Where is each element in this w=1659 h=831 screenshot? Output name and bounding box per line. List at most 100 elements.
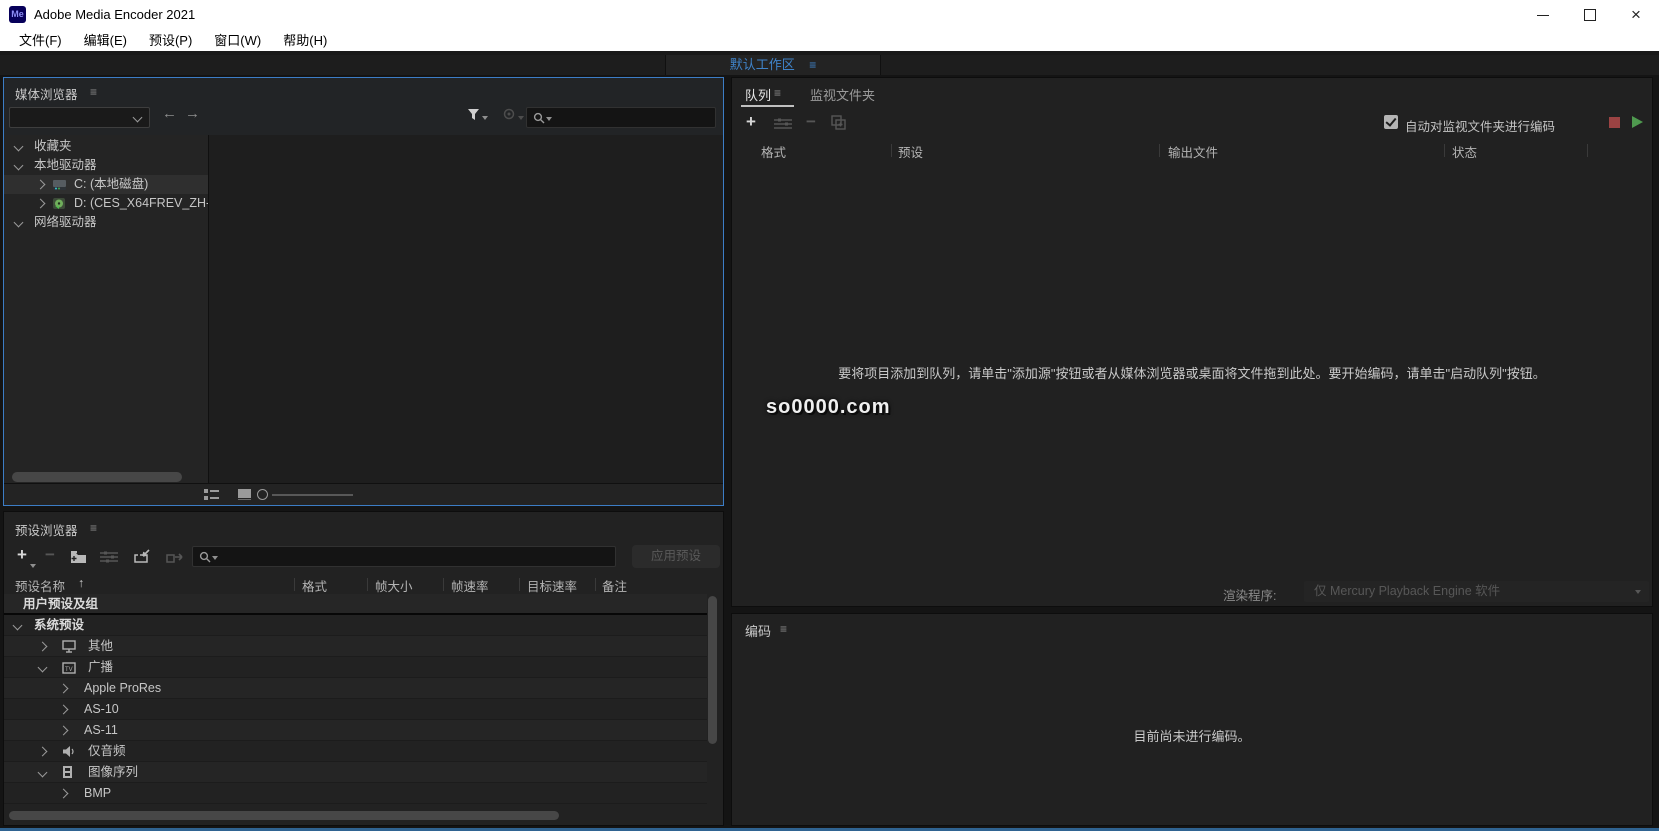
stop-queue-button[interactable] [1609,117,1620,128]
chevron-down-icon[interactable] [14,142,24,152]
chevron-down-icon[interactable] [38,768,48,778]
close-button[interactable]: × [1613,0,1659,30]
chevron-down-icon[interactable] [14,161,24,171]
column-preset[interactable]: 预设 [898,142,923,161]
zoom-slider-knob[interactable] [257,489,268,500]
maximize-button[interactable] [1567,0,1613,30]
delete-preset-button[interactable]: − [45,545,55,565]
auto-encode-checkbox[interactable] [1384,115,1398,129]
preset-row-broadcast[interactable]: TV 广播 [4,657,707,678]
menu-file[interactable]: 文件(F) [8,30,73,51]
preset-row-label: 仅音频 [88,741,126,762]
back-button[interactable]: ← [162,105,177,122]
import-preset-button[interactable] [134,549,153,564]
tree-item-drive-c[interactable]: C: (本地磁盘) [4,175,208,194]
media-browser-panel-menu-icon[interactable]: ≡ [90,85,97,99]
column-status[interactable]: 状态 [1452,142,1477,161]
column-frame-rate[interactable]: 帧速率 [451,576,489,595]
tree-item-label: D: (CES_X64FREV_ZH-CN_ [74,194,208,213]
preset-row-as10[interactable]: AS-10 [4,699,707,720]
minimize-icon [1537,15,1549,16]
horizontal-scrollbar[interactable] [9,811,559,820]
remove-source-button[interactable]: − [806,112,816,132]
apply-preset-button[interactable]: 应用预设 [632,545,720,568]
queue-panel: 队列 ≡ 监视文件夹 + − 自动对监视文件夹进行编码 格式 预设 输出文件 状… [731,77,1653,607]
preset-row-bmp[interactable]: BMP [4,783,707,804]
preset-search-input[interactable] [221,547,615,568]
media-search-box[interactable] [526,107,716,128]
tab-queue[interactable]: 队列 [745,85,771,104]
auto-encode-label: 自动对监视文件夹进行编码 [1405,116,1555,135]
tree-item-local-drives[interactable]: 本地驱动器 [4,156,208,175]
duplicate-icon[interactable] [831,115,846,130]
menu-help[interactable]: 帮助(H) [272,30,338,51]
preset-browser-panel-menu-icon[interactable]: ≡ [90,521,97,535]
chevron-right-icon[interactable] [59,705,69,715]
location-dropdown[interactable] [9,107,150,128]
preset-row-audio-only[interactable]: 仅音频 [4,741,707,762]
preset-row-user-presets[interactable]: 用户预设及组 [4,594,707,615]
thumbnail-view-button[interactable] [238,489,251,500]
tree-item-network-drives[interactable]: 网络驱动器 [4,213,208,232]
media-search-input[interactable] [555,108,715,129]
preset-row-label: 图像序列 [88,762,138,783]
preset-row-label: 用户预设及组 [23,594,98,615]
preset-row-others[interactable]: 其他 [4,636,707,657]
watermark: so0000.com [766,396,891,419]
preset-row-system-presets[interactable]: 系统预设 [4,615,707,636]
preset-row-as11[interactable]: AS-11 [4,720,707,741]
chevron-right-icon[interactable] [36,199,46,209]
chevron-right-icon[interactable] [36,180,46,190]
tree-item-favorites[interactable]: 收藏夹 [4,137,208,156]
filter-icon[interactable] [467,108,481,121]
preset-search-box[interactable] [192,546,616,567]
chevron-down-icon[interactable] [13,621,23,631]
column-comment[interactable]: 备注 [602,576,627,595]
chevron-right-icon[interactable] [59,684,69,694]
chevron-right-icon[interactable] [38,747,48,757]
menu-edit[interactable]: 编辑(E) [73,30,138,51]
preset-row-label: AS-10 [84,699,119,720]
menu-bar: 文件(F) 编辑(E) 预设(P) 窗口(W) 帮助(H) [0,30,1659,51]
column-preset-name[interactable]: 预设名称 [15,576,65,595]
workspace-tab-default[interactable]: 默认工作区 ≡ [665,55,881,75]
column-frame-size[interactable]: 帧大小 [375,576,413,595]
start-queue-button[interactable] [1632,116,1643,128]
chevron-right-icon[interactable] [38,642,48,652]
preset-row-label: Apple ProRes [84,678,161,699]
export-preset-icon[interactable] [166,549,185,564]
tree-item-label: 本地驱动器 [34,156,97,175]
chevron-right-icon[interactable] [59,726,69,736]
list-view-button[interactable] [204,489,219,500]
chevron-right-icon[interactable] [59,789,69,799]
menu-preset[interactable]: 预设(P) [138,30,203,51]
create-preset-button[interactable]: + [17,545,27,565]
column-output-file[interactable]: 输出文件 [1168,142,1218,161]
sort-ascending-icon[interactable]: ↑ [78,576,84,590]
directory-viewers-caret-icon [518,116,524,120]
zoom-slider-track[interactable] [272,494,353,496]
column-target-rate[interactable]: 目标速率 [527,576,577,595]
preset-settings-icon[interactable] [100,551,118,563]
encoding-panel-menu-icon[interactable]: ≡ [780,622,787,636]
preset-row-apple-prores[interactable]: Apple ProRes [4,678,707,699]
column-format[interactable]: 格式 [761,142,786,161]
chevron-down-icon[interactable] [14,218,24,228]
renderer-dropdown[interactable]: 仅 Mercury Playback Engine 软件 [1304,581,1649,602]
add-source-button[interactable]: + [746,112,756,132]
preset-row-image-sequence[interactable]: 图像序列 [4,762,707,783]
new-preset-group-button[interactable] [70,550,88,564]
column-format[interactable]: 格式 [302,576,327,595]
horizontal-scrollbar[interactable] [12,472,182,482]
directory-viewers-icon[interactable] [503,108,517,121]
forward-button[interactable]: → [185,105,200,122]
menu-window[interactable]: 窗口(W) [203,30,272,51]
queue-panel-menu-icon[interactable]: ≡ [774,86,781,100]
workspace-menu-icon[interactable]: ≡ [809,58,816,72]
media-browser-tree: 收藏夹 本地驱动器 C: (本地磁盘) D: (CES_X64FREV_ZH-C… [4,135,209,486]
chevron-down-icon[interactable] [38,663,48,673]
minimize-button[interactable] [1521,0,1567,30]
tree-item-drive-d[interactable]: D: (CES_X64FREV_ZH-CN_ [4,194,208,213]
vertical-scrollbar[interactable] [708,596,717,744]
tab-watch-folders[interactable]: 监视文件夹 [810,85,875,104]
